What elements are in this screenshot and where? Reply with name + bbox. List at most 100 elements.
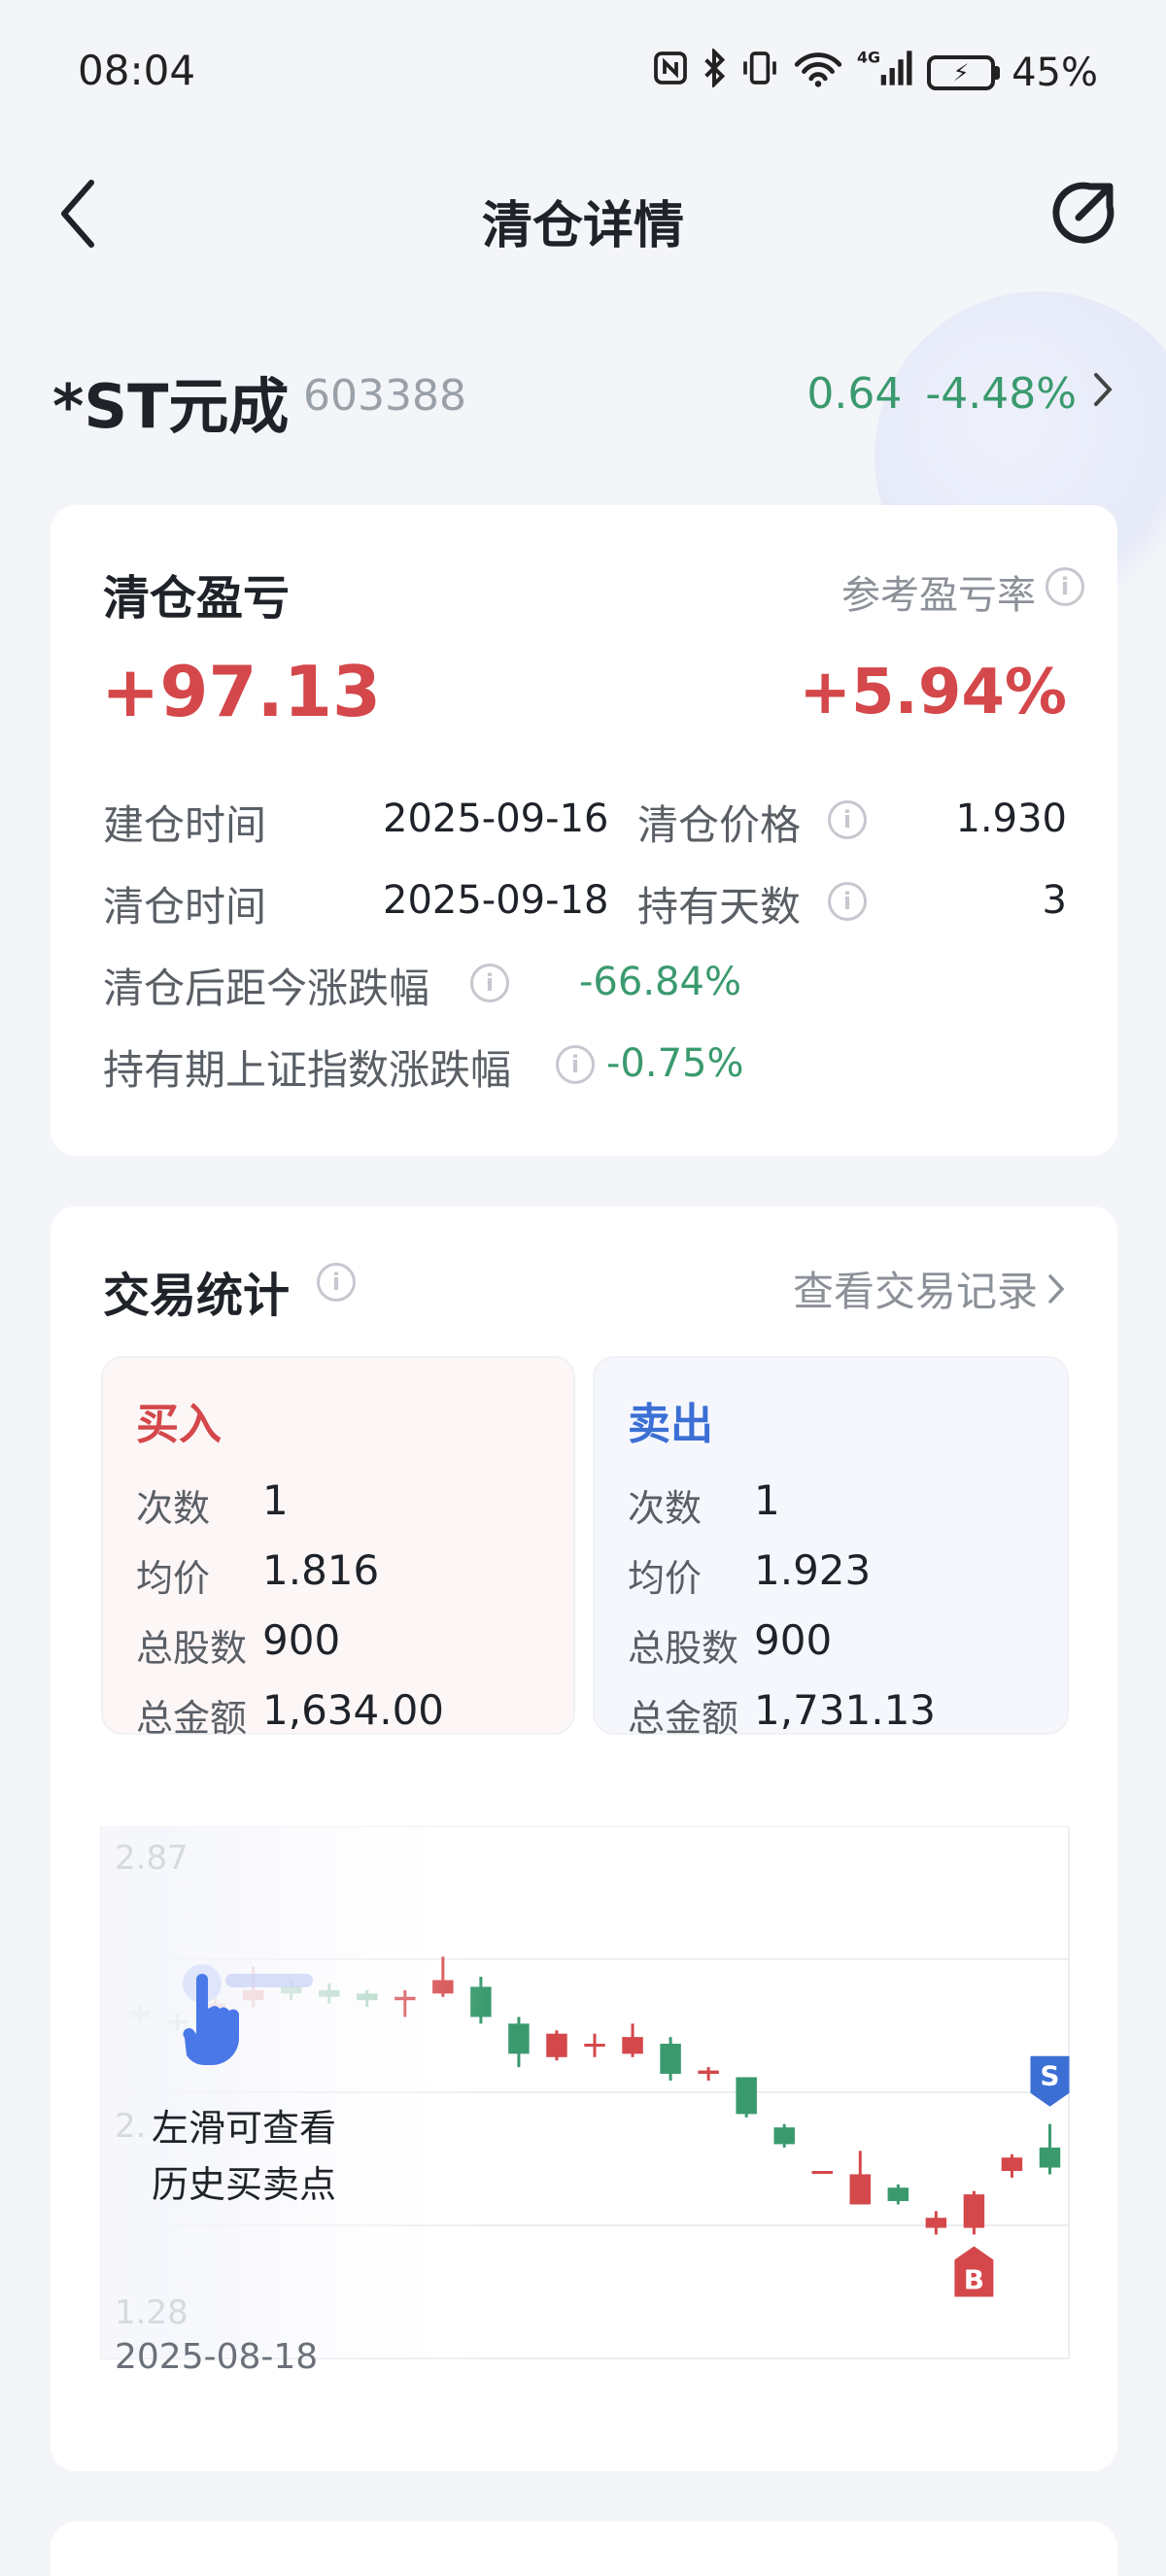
sell-avg: 1.923 (754, 1546, 872, 1594)
candle-body (508, 2023, 530, 2054)
candle (849, 2151, 872, 2205)
candle (1001, 2153, 1023, 2178)
info-icon[interactable]: i (828, 882, 867, 921)
battery-icon: ⚡ (927, 54, 1001, 90)
candle-body (736, 2077, 757, 2115)
sell-amount-label: 总金额 (628, 1697, 739, 1740)
candle (811, 2170, 833, 2174)
close-time: 2025-09-18 (383, 878, 609, 923)
view-records-link[interactable]: 查看交易记录 (793, 1259, 1065, 1318)
candle-body (963, 2194, 985, 2228)
candle-body (849, 2174, 872, 2205)
next-card (51, 2522, 1117, 2576)
pnl-card: 清仓盈亏 参考盈亏率 i +97.13 +5.94% 建仓时间 2025-09-… (51, 505, 1117, 1156)
candle-body (584, 2044, 605, 2048)
swipe-hint: 左滑可查看 历史买卖点 (152, 2100, 336, 2213)
pnl-title: 清仓盈亏 (103, 571, 291, 626)
buy-amount: 1,634.00 (262, 1686, 445, 1734)
buy-avg: 1.816 (262, 1546, 380, 1594)
candle (773, 2123, 795, 2148)
info-icon[interactable]: i (556, 1045, 595, 1084)
sell-shares-label: 总股数 (628, 1627, 739, 1670)
hold-days-label: 持有天数 (637, 883, 802, 931)
candle (736, 2077, 757, 2118)
candle-body (546, 2033, 567, 2057)
sell-box: 卖出 次数 1 均价 1.923 总股数 900 总金额 1,731.13 (593, 1356, 1069, 1740)
candle-body (1001, 2157, 1023, 2171)
trade-stats-title: 交易统计 (103, 1269, 291, 1323)
x-tick-start: 2025-08-18 (115, 2337, 318, 2370)
candle (660, 2037, 681, 2081)
candle-body (660, 2044, 681, 2075)
swipe-hand-icon (175, 1962, 389, 2079)
pnl-amount: +97.13 (101, 651, 382, 732)
open-time-label: 建仓时间 (103, 801, 267, 849)
y-tick-label: 1.28 (115, 2293, 189, 2332)
sell-marker[interactable]: S (1030, 2055, 1070, 2107)
candle (584, 2033, 605, 2057)
nfc-icon (653, 51, 688, 94)
buy-shares: 900 (262, 1616, 341, 1664)
candle-body (773, 2127, 795, 2145)
sell-avg-label: 均价 (628, 1557, 703, 1600)
status-time: 08:04 (78, 47, 196, 94)
buy-marker[interactable]: B (954, 2246, 994, 2297)
index-change: -0.75% (606, 1041, 744, 1086)
candle (622, 2023, 643, 2057)
stock-quote[interactable]: 0.64 -4.48% (806, 369, 1114, 419)
candle-body (811, 2170, 833, 2174)
info-icon[interactable]: i (1046, 567, 1084, 606)
kline-chart[interactable]: S B 2.87 2. 1.28 2025-08-18 左滑可查看 历史买卖点 (51, 1825, 1117, 2377)
info-icon[interactable]: i (317, 1263, 356, 1302)
since-close: -66.84% (579, 960, 741, 1004)
buy-box: 买入 次数 1 均价 1.816 总股数 900 总金额 1,634.00 (101, 1356, 575, 1740)
stock-price: 0.64 (806, 369, 903, 419)
buy-amount-label: 总金额 (136, 1697, 248, 1740)
open-time: 2025-09-16 (383, 797, 609, 841)
info-icon[interactable]: i (470, 964, 509, 1002)
sell-marker-label: S (1040, 2060, 1059, 2092)
share-button[interactable] (1051, 179, 1117, 245)
stock-name: *ST元成 (52, 371, 290, 442)
candle (887, 2184, 909, 2205)
since-close-label: 清仓后距今涨跌幅 (103, 965, 430, 1012)
page-title: 清仓详情 (481, 197, 684, 255)
sell-amount: 1,731.13 (754, 1686, 937, 1734)
candle (963, 2190, 985, 2235)
candle (508, 2017, 530, 2068)
sell-count: 1 (754, 1476, 780, 1524)
share-icon (1052, 182, 1115, 244)
buy-marker-label: B (964, 2263, 984, 2295)
close-time-label: 清仓时间 (103, 883, 267, 931)
candle (698, 2067, 719, 2081)
close-price-label: 清仓价格 (637, 801, 802, 849)
sell-count-label: 次数 (628, 1487, 703, 1530)
candle-body (622, 2037, 643, 2054)
y-tick-label: 2. (115, 2107, 146, 2146)
index-label: 持有期上证指数涨跌幅 (103, 1046, 512, 1094)
candle-body (698, 2070, 719, 2075)
kline-chart-svg[interactable]: S B 2.87 2. 1.28 2025-08-18 (51, 1825, 1117, 2377)
sell-shares: 900 (754, 1616, 833, 1664)
sell-title: 卖出 (628, 1400, 713, 1449)
close-price: 1.930 (955, 797, 1067, 841)
signal-icon: 4G (857, 47, 915, 98)
swipe-hint-line2: 历史买卖点 (152, 2163, 337, 2206)
rate-label: 参考盈亏率 (841, 573, 1036, 618)
candle-body (1039, 2147, 1061, 2168)
buy-count-label: 次数 (136, 1487, 211, 1530)
buy-shares-label: 总股数 (136, 1627, 248, 1670)
svg-text:4G: 4G (857, 49, 880, 67)
info-icon[interactable]: i (828, 800, 867, 839)
bluetooth-icon (700, 47, 729, 96)
buy-avg-label: 均价 (136, 1557, 211, 1600)
stock-code: 603388 (303, 371, 466, 421)
pnl-rate: +5.94% (799, 657, 1067, 729)
view-records-label: 查看交易记录 (792, 1268, 1038, 1315)
chevron-right-icon (1048, 1273, 1065, 1304)
candle (546, 2030, 567, 2061)
candle-body (887, 2187, 909, 2202)
stock-change: -4.48% (925, 369, 1077, 419)
buy-title: 买入 (136, 1400, 222, 1449)
battery-percent: 45% (1012, 50, 1098, 95)
